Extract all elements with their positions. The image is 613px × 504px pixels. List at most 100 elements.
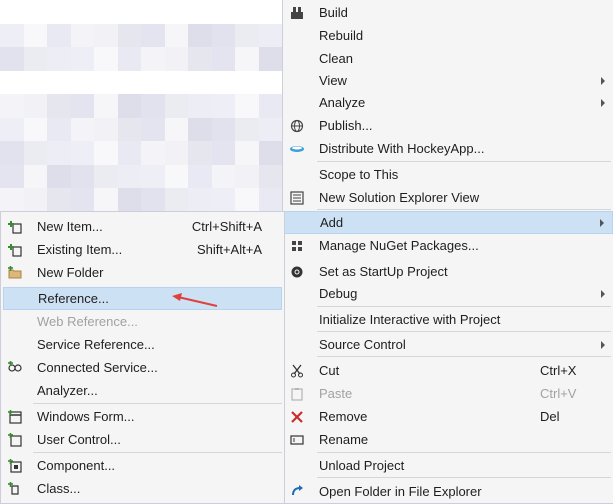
menu-item-paste[interactable]: Paste Ctrl+V	[283, 382, 613, 405]
mosaic-tile	[47, 23, 71, 48]
mosaic-tile	[23, 0, 47, 24]
mosaic-tile	[47, 70, 71, 95]
menu-item-new-solution-explorer-view[interactable]: New Solution Explorer View	[283, 186, 613, 209]
menu-item-debug[interactable]: Debug	[283, 282, 613, 305]
menu-item-label: Build	[319, 5, 348, 20]
submenu-item-component[interactable]: Component...	[1, 454, 284, 477]
submenu-item-new-folder[interactable]: New Folder	[1, 261, 284, 284]
menu-separator	[317, 161, 611, 162]
menu-item-label: Clean	[319, 51, 353, 66]
mosaic-tile	[164, 94, 188, 118]
mosaic-tile	[235, 164, 259, 189]
menu-item-unload-project[interactable]: Unload Project	[283, 454, 613, 477]
menu-item-label: Initialize Interactive with Project	[319, 312, 501, 327]
submenu-item-analyzer[interactable]: Analyzer...	[1, 379, 284, 402]
mosaic-tile	[141, 164, 165, 189]
mosaic-tile	[23, 70, 47, 95]
submenu-item-windows-form[interactable]: Windows Form...	[1, 405, 284, 428]
menu-item-initialize-interactive[interactable]: Initialize Interactive with Project	[283, 308, 613, 331]
mosaic-tile	[141, 0, 165, 24]
mosaic-tile	[117, 117, 141, 142]
mosaic-tile	[258, 141, 282, 165]
submenu-item-reference[interactable]: Reference...	[3, 287, 282, 310]
submenu-item-label: New Folder	[37, 265, 104, 280]
mosaic-tile	[70, 47, 94, 71]
mosaic-tile	[0, 70, 24, 95]
mosaic-tile	[23, 47, 47, 71]
mosaic-tile	[0, 164, 24, 189]
class-icon	[7, 481, 23, 497]
submenu-item-user-control[interactable]: User Control...	[1, 428, 284, 451]
menu-item-shortcut: Ctrl+X	[540, 363, 577, 378]
submenu-item-label: Connected Service...	[37, 360, 158, 375]
mosaic-tile	[117, 23, 141, 48]
submenu-item-label: Service Reference...	[37, 337, 155, 352]
mosaic-tile	[235, 0, 259, 24]
rename-icon	[289, 432, 305, 448]
submenu-arrow-icon	[601, 76, 605, 85]
menu-item-scope-to-this[interactable]: Scope to This	[283, 163, 613, 186]
menu-item-shortcut: Del	[540, 409, 560, 424]
mosaic-tile	[47, 47, 71, 71]
menu-item-manage-nuget[interactable]: Manage NuGet Packages...	[283, 234, 613, 257]
close-icon	[289, 409, 305, 425]
menu-item-distribute-hockeyapp[interactable]: Distribute With HockeyApp...	[283, 137, 613, 160]
menu-item-label: Open Folder in File Explorer	[319, 484, 482, 499]
mosaic-tile	[117, 0, 141, 24]
submenu-item-label: Component...	[37, 458, 116, 473]
menu-item-analyze[interactable]: Analyze	[283, 91, 613, 114]
mosaic-tile	[117, 188, 141, 212]
mosaic-tile	[235, 117, 259, 142]
mosaic-tile	[23, 117, 47, 142]
submenu-item-new-item[interactable]: New Item... Ctrl+Shift+A	[1, 215, 284, 238]
mosaic-tile	[211, 141, 235, 165]
submenu-item-label: Windows Form...	[37, 409, 135, 424]
menu-item-shortcut: Ctrl+V	[540, 386, 577, 401]
menu-item-source-control[interactable]: Source Control	[283, 333, 613, 356]
menu-item-set-startup-project[interactable]: Set as StartUp Project	[283, 260, 613, 283]
mosaic-tile	[188, 141, 212, 165]
submenu-item-class[interactable]: Class...	[1, 477, 284, 500]
submenu-item-existing-item[interactable]: Existing Item... Shift+Alt+A	[1, 238, 284, 261]
mosaic-tile	[258, 70, 282, 95]
menu-item-clean[interactable]: Clean	[283, 47, 613, 70]
submenu-item-connected-service[interactable]: Connected Service...	[1, 356, 284, 379]
mosaic-tile	[94, 70, 118, 95]
folder-icon	[7, 265, 23, 281]
submenu-item-label: Analyzer...	[37, 383, 98, 398]
menu-item-view[interactable]: View	[283, 69, 613, 92]
mosaic-tile	[70, 94, 94, 118]
menu-item-cut[interactable]: Cut Ctrl+X	[283, 359, 613, 382]
mosaic-tile	[0, 188, 24, 212]
mosaic-tile	[141, 117, 165, 142]
mosaic-tile	[141, 188, 165, 212]
menu-item-remove[interactable]: Remove Del	[283, 405, 613, 428]
mosaic-tile	[235, 94, 259, 118]
menu-item-label: Rename	[319, 432, 369, 447]
menu-item-label: Debug	[319, 286, 358, 301]
menu-item-build[interactable]: Build	[283, 1, 613, 24]
mosaic-tile	[141, 23, 165, 48]
mosaic-tile	[0, 23, 24, 48]
submenu-item-label: Existing Item...	[37, 242, 123, 257]
mosaic-tile	[117, 94, 141, 118]
menu-item-open-folder[interactable]: Open Folder in File Explorer	[283, 480, 613, 503]
mosaic-tile	[117, 47, 141, 71]
mosaic-tile	[164, 141, 188, 165]
menu-item-publish[interactable]: Publish...	[283, 114, 613, 137]
submenu-separator	[33, 452, 282, 453]
mosaic-tile	[211, 94, 235, 118]
submenu-item-web-reference[interactable]: Web Reference...	[1, 310, 284, 333]
build-icon	[289, 5, 305, 21]
menu-item-rebuild[interactable]: Rebuild	[283, 24, 613, 47]
mosaic-tile	[188, 94, 212, 118]
menu-item-label: Unload Project	[319, 458, 405, 473]
submenu-item-label: Reference...	[38, 291, 109, 306]
menu-item-add[interactable]: Add	[283, 211, 613, 234]
mosaic-tile	[0, 47, 24, 71]
submenu-item-service-reference[interactable]: Service Reference...	[1, 333, 284, 356]
menu-item-rename[interactable]: Rename	[283, 428, 613, 451]
menu-item-label: Publish...	[319, 118, 373, 133]
connected-service-icon	[7, 360, 23, 376]
project-context-menu: Build Rebuild Clean View Analyze Publish…	[282, 0, 613, 504]
